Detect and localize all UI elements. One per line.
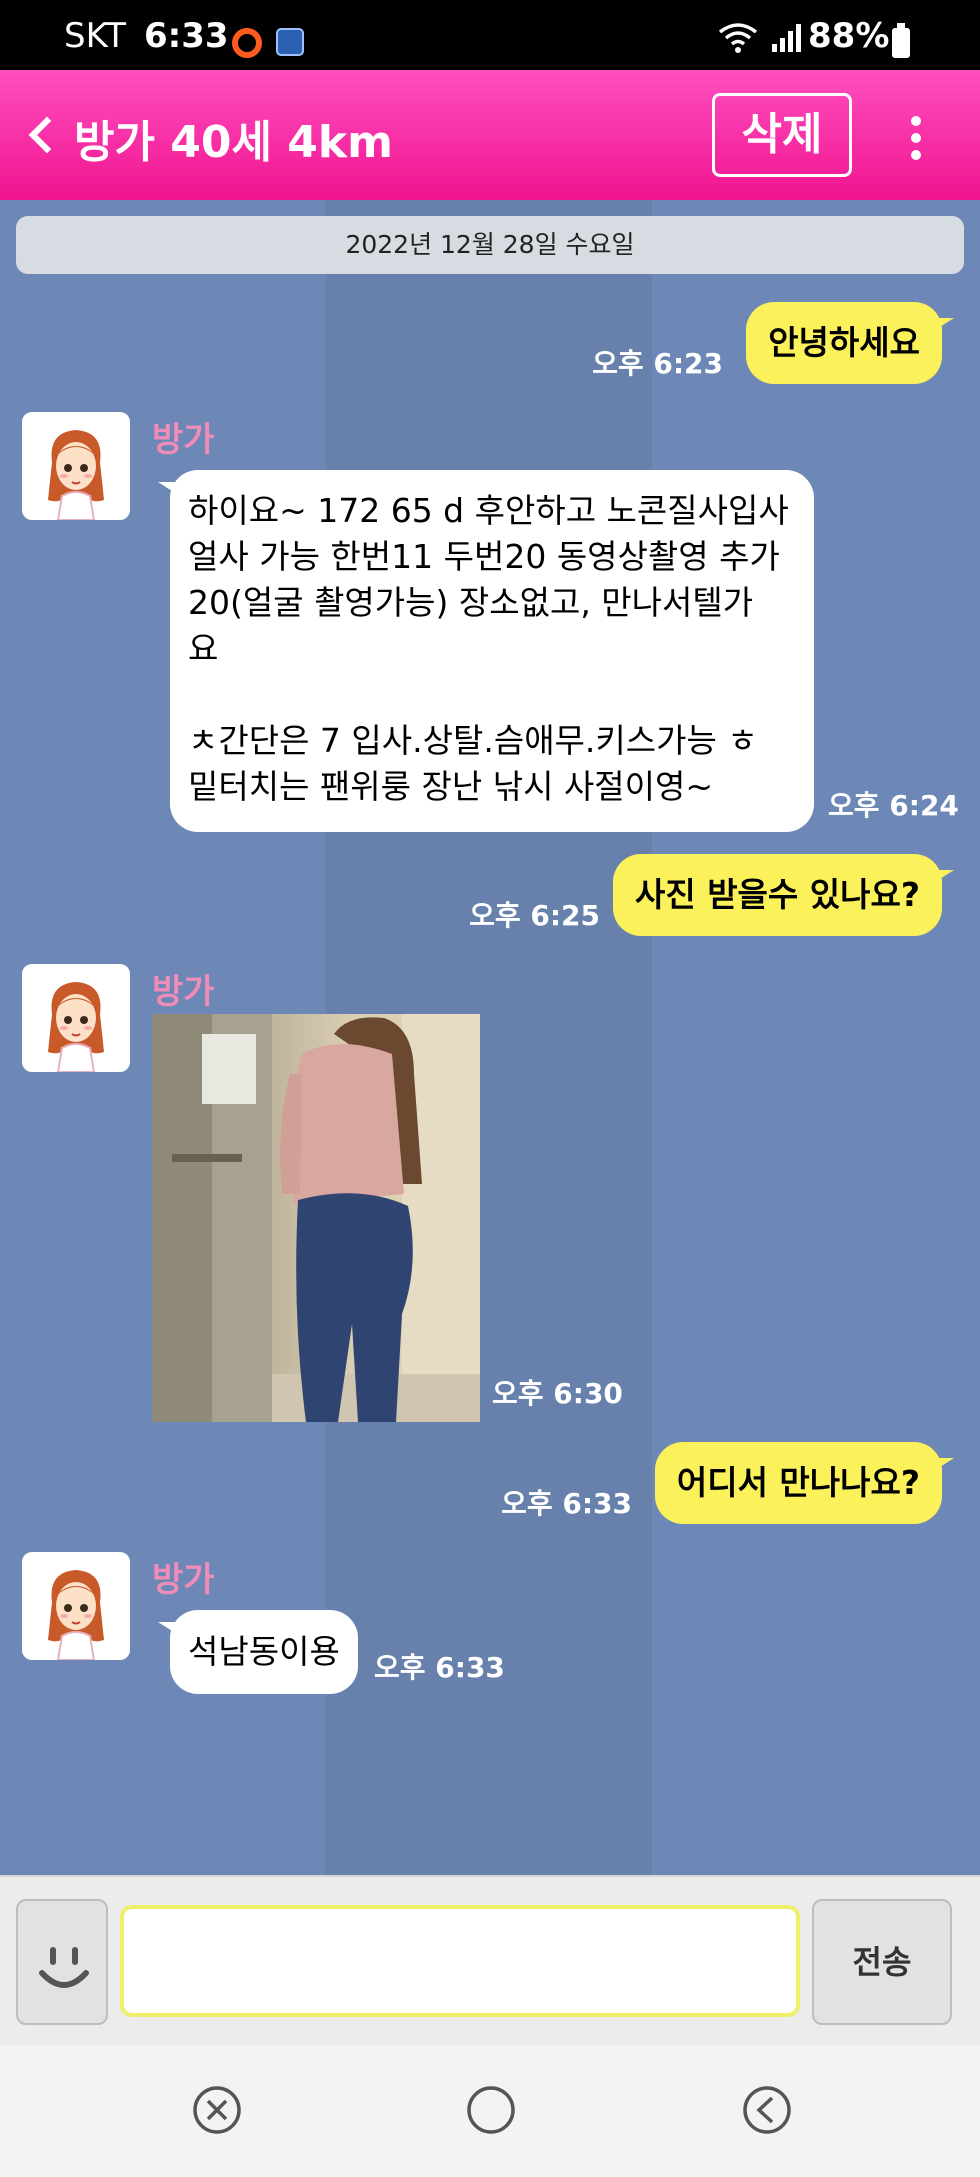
more-vertical-icon[interactable]: [904, 114, 928, 162]
avatar-girl-icon: [48, 430, 104, 520]
sender-name: 방가: [152, 972, 215, 1012]
photo-attachment[interactable]: [152, 1014, 480, 1422]
message-input-bar: 전송: [0, 1875, 980, 2045]
message-line: 얼사 가능 한번11 두번20 동영상촬영 추가: [188, 537, 780, 576]
clock: 6:33: [144, 16, 229, 56]
battery-icon: [892, 23, 910, 58]
message-line: [188, 672, 796, 718]
chat-area[interactable]: 2022년 12월 28일 수요일 안녕하세요 오후 6:23 방가 하이요~ …: [0, 200, 980, 1875]
emoji-button[interactable]: [16, 1899, 108, 2025]
message-time: 오후 6:30: [492, 1377, 623, 1410]
back-icon[interactable]: [742, 2085, 792, 2135]
avatar[interactable]: [22, 412, 130, 520]
sender-name: 방가: [152, 1560, 215, 1600]
my-message-bubble[interactable]: 안녕하세요: [746, 302, 954, 384]
wifi-icon: [718, 23, 758, 53]
avatar[interactable]: [22, 1552, 130, 1660]
message-line: 밑터치는 팬위룽 장난 낚시 사절이영~: [188, 767, 714, 806]
send-button[interactable]: 전송: [812, 1899, 952, 2025]
message-line: 하이요~ 172 65 d 후안하고 노콘질사입사: [188, 491, 789, 530]
my-message-bubble[interactable]: 사진 받을수 있나요?: [612, 854, 955, 936]
date-divider: 2022년 12월 28일 수요일: [16, 216, 964, 274]
photo-image: [152, 1014, 480, 1422]
message-time: 오후 6:25: [469, 899, 600, 932]
their-message-bubble[interactable]: 하이요~ 172 65 d 후안하고 노콘질사입사 얼사 가능 한번11 두번2…: [158, 470, 814, 832]
delete-button[interactable]: 삭제: [712, 93, 852, 177]
message-line: ㅊ간단은 7 입사.상탈.슴애무.키스가능 ㅎ: [188, 721, 758, 760]
app-notification-icon: [276, 28, 304, 56]
message-time: 오후 6:23: [592, 347, 723, 380]
chat-title: 방가 40세 4km: [74, 117, 394, 168]
avatar-girl-icon: [48, 1570, 104, 1660]
recent-apps-icon[interactable]: [192, 2085, 242, 2135]
carrier-label: SKT: [64, 16, 127, 56]
chat-header: 방가 40세 4km 삭제: [0, 70, 980, 200]
chevron-left-icon[interactable]: [26, 114, 56, 154]
message-line: 20(얼굴 촬영가능) 장소없고, 만나서텔가: [188, 583, 754, 622]
system-nav-bar: [0, 2045, 980, 2177]
my-message-bubble[interactable]: 어디서 만나나요?: [654, 1442, 955, 1524]
ring-app-icon: [232, 28, 262, 58]
battery-percent: 88%: [808, 16, 890, 56]
sender-name: 방가: [152, 420, 215, 460]
avatar[interactable]: [22, 964, 130, 1072]
message-time: 오후 6:33: [501, 1487, 632, 1520]
avatar-girl-icon: [48, 982, 104, 1072]
message-time: 오후 6:33: [374, 1651, 505, 1684]
message-time: 오후 6:24: [828, 789, 959, 822]
message-input[interactable]: [120, 1905, 800, 2017]
status-bar: SKT 6:33 88%: [0, 0, 980, 70]
home-icon[interactable]: [466, 2085, 516, 2135]
message-line: 요: [188, 629, 219, 668]
smiley-icon: [39, 1947, 89, 1988]
signal-icon: [772, 22, 802, 52]
their-message-bubble[interactable]: 석남동이용: [158, 1610, 358, 1694]
